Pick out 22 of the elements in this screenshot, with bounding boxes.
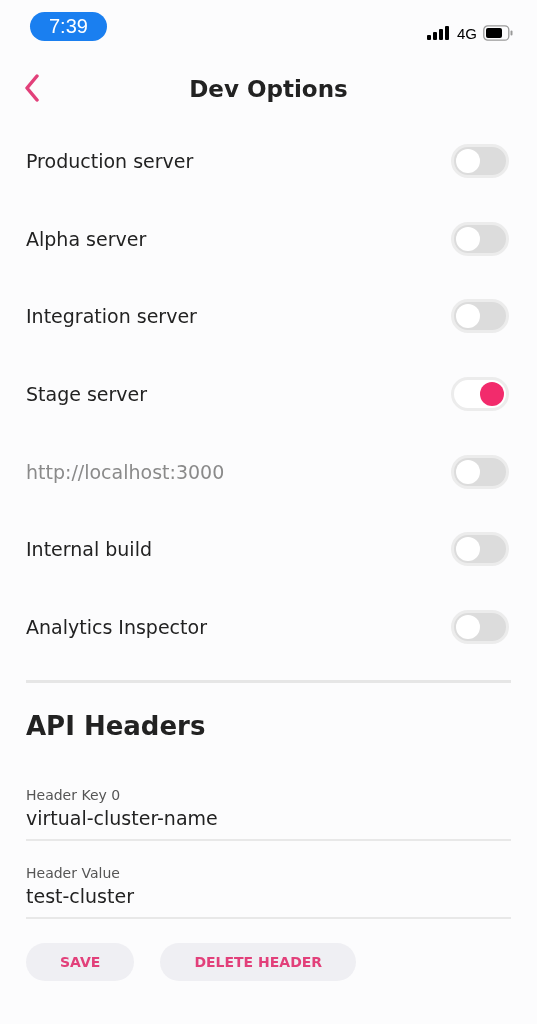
toggle-switch[interactable] xyxy=(451,532,509,567)
toggle-switch[interactable] xyxy=(451,376,509,411)
option-label: http://localhost:3000 xyxy=(26,460,225,483)
page-title: Dev Options xyxy=(189,76,348,102)
toggle-switch[interactable] xyxy=(451,221,509,256)
option-label: Production server xyxy=(26,149,194,172)
option-label: Integration server xyxy=(26,305,197,328)
status-time: 7:39 xyxy=(30,11,107,41)
option-label: Alpha server xyxy=(26,227,147,250)
input-field[interactable]: Header Value test-cluster xyxy=(26,864,511,919)
back-icon xyxy=(24,74,40,102)
input-field[interactable]: Header Key 0 virtual-cluster-name xyxy=(26,786,511,841)
section-title: API Headers xyxy=(26,710,207,741)
option-label: Internal build xyxy=(26,538,152,561)
toggle-switch[interactable] xyxy=(451,143,509,178)
option-label: Stage server xyxy=(26,382,148,405)
option-label: Analytics Inspector xyxy=(26,615,207,638)
toggle-switch[interactable] xyxy=(451,609,509,644)
network-label: 4G xyxy=(457,24,477,42)
signal-icon xyxy=(427,26,451,40)
toggle-switch[interactable] xyxy=(451,299,509,334)
battery-icon xyxy=(483,25,513,41)
